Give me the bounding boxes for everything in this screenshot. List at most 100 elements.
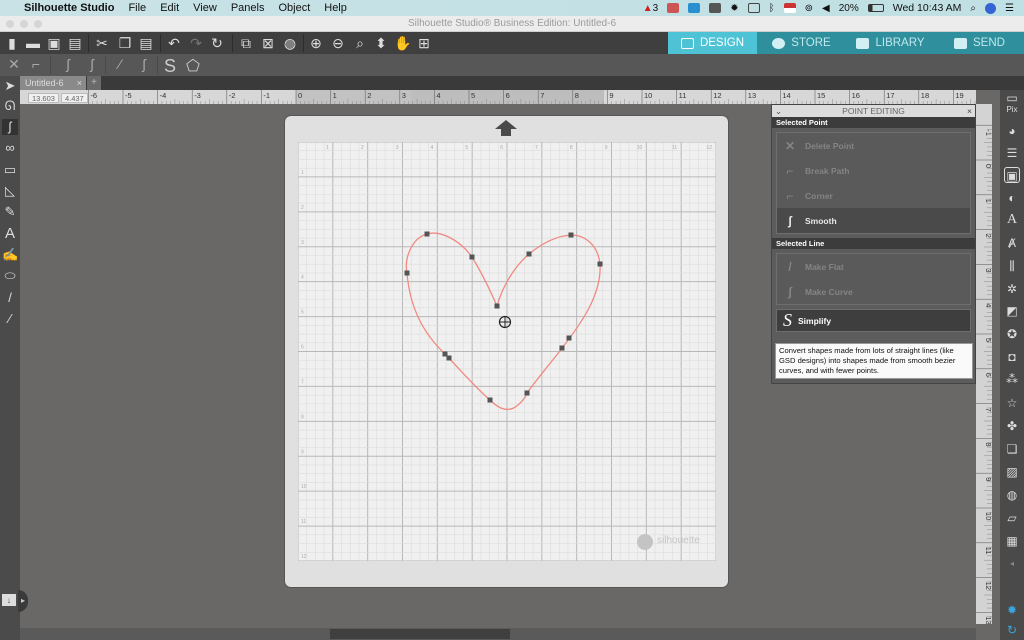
make-flat-button[interactable]: / Make Flat [777, 254, 970, 279]
puzzle-icon[interactable]: ✤ [1004, 418, 1020, 434]
close-tab-icon[interactable]: × [77, 76, 82, 90]
menu-object[interactable]: Object [278, 2, 310, 14]
close-window-button[interactable] [6, 20, 14, 28]
replicate-icon[interactable]: ◩ [1004, 303, 1020, 319]
tab-send[interactable]: SEND [935, 32, 1024, 54]
zoom-in-icon[interactable]: ⊕ [307, 34, 325, 52]
break-path-icon[interactable]: ⌐ [26, 56, 46, 74]
redraw-icon[interactable]: ↻ [208, 34, 226, 52]
anchor-point[interactable] [566, 335, 572, 341]
contrast-icon[interactable]: ◐ [1004, 190, 1020, 206]
save-icon[interactable]: ▣ [45, 34, 63, 52]
map-warp-icon[interactable]: ▦ [1004, 533, 1020, 549]
warp-icon[interactable]: ▱ [1004, 510, 1020, 526]
ungroup-icon[interactable]: ⊠ [259, 34, 277, 52]
tray-app-icon-2[interactable] [688, 3, 701, 13]
pan-hand-icon[interactable]: ✋ [394, 34, 412, 52]
tab-untitled-6[interactable]: Untitled-6 × [20, 76, 86, 90]
transform-icon[interactable]: ✲ [1004, 281, 1020, 297]
siri-icon[interactable] [985, 2, 997, 14]
wifi-icon[interactable]: ⊚ [805, 3, 813, 14]
open-folder-icon[interactable]: ▬ [24, 34, 42, 52]
mat-grid[interactable]: 1 2 3 4 5 6 7 8 9 10 11 12 1 2 3 4 5 6 7 8 9 10 11 12 [297, 141, 717, 562]
pixscan-icon[interactable]: Pix [1004, 102, 1020, 118]
menu-help[interactable]: Help [324, 2, 347, 14]
polygon-icon[interactable]: ◺ [2, 183, 18, 199]
app-menu[interactable]: Silhouette Studio [24, 2, 114, 14]
palette-icon[interactable]: ◕ [1004, 123, 1020, 139]
notification-center-icon[interactable]: ☰ [1005, 3, 1014, 14]
move-down-icon[interactable]: ⬍ [372, 34, 390, 52]
menu-edit[interactable]: Edit [160, 2, 179, 14]
anchor-point[interactable] [568, 232, 574, 238]
cut-icon[interactable]: ✂ [93, 34, 111, 52]
vertical-ruler[interactable]: -1012345678910111213 [976, 104, 992, 624]
redo-icon[interactable]: ↷ [187, 34, 205, 52]
bluetooth-icon[interactable]: ᛒ [769, 3, 775, 14]
lasso-icon[interactable]: ᘏ [2, 98, 18, 114]
collapse-arrow-icon[interactable]: ◂ [1004, 556, 1020, 572]
tray-app-icon-3[interactable] [709, 3, 722, 13]
anchor-point[interactable] [487, 397, 493, 403]
gear-tray-icon[interactable]: ✹ [730, 3, 738, 14]
fit-to-page-icon[interactable]: ⊞ [415, 34, 433, 52]
add-tab-button[interactable]: + [87, 76, 101, 90]
select-arrow-icon[interactable]: ➤ [2, 78, 18, 94]
curve-tool-icon[interactable]: ∞ [2, 140, 18, 156]
volume-icon[interactable]: ◀ [822, 3, 830, 14]
offset-icon[interactable]: ◘ [1004, 349, 1020, 365]
sync-icon[interactable]: ↻ [1004, 622, 1020, 638]
point-editing-panel-icon[interactable]: ▣ [1004, 167, 1020, 183]
compound-path-icon[interactable]: ◍ [281, 34, 299, 52]
menu-panels[interactable]: Panels [231, 2, 265, 14]
import-folder-icon[interactable]: ↓ [2, 594, 16, 606]
anchor-point[interactable] [404, 270, 410, 276]
corner-button[interactable]: ⌐ Corner [777, 183, 970, 208]
horizontal-ruler[interactable]: -6 -5 -4 -3 -2 -1 0 1 2 3 4 5 6 7 8 9 10 11 12 13 14 15 16 17 18… [20, 90, 976, 104]
battery-icon[interactable] [867, 4, 884, 12]
fill-pattern-icon[interactable]: ▨ [1004, 464, 1020, 480]
anchor-point[interactable] [524, 390, 530, 396]
simplify-button[interactable]: S Simplify [776, 309, 971, 332]
horizontal-scrollbar[interactable] [20, 628, 976, 640]
notification-icon[interactable]: ▲3 [643, 3, 658, 14]
corner-icon[interactable]: ʃ [58, 56, 78, 74]
settings-gear-icon[interactable]: ✹ [1004, 602, 1020, 618]
sphere-grid-icon[interactable]: ◍ [1004, 487, 1020, 503]
rhinestone-icon[interactable]: ⁂ [1004, 371, 1020, 387]
expand-library-icon[interactable]: ▸ [18, 590, 28, 612]
smooth-button[interactable]: ʃ Smooth [777, 208, 970, 233]
line-style-icon[interactable]: ☰ [1004, 145, 1020, 161]
pentagon-icon[interactable]: ⬠ [183, 56, 203, 75]
scrollbar-thumb[interactable] [330, 629, 510, 639]
flag-icon[interactable] [783, 3, 796, 13]
align-icon[interactable]: ⫼ [1004, 258, 1020, 274]
tab-library[interactable]: LIBRARY [846, 32, 935, 54]
new-document-icon[interactable]: ▮ [3, 34, 21, 52]
text-icon[interactable]: A [2, 226, 18, 242]
collapse-panel-icon[interactable]: ⌄ [775, 105, 782, 117]
anchor-point[interactable] [559, 345, 565, 351]
text-style-icon[interactable]: A [1004, 212, 1020, 228]
print-icon[interactable]: ▤ [66, 34, 84, 52]
tray-app-icon[interactable] [667, 3, 680, 13]
knife-icon[interactable]: / [2, 290, 18, 306]
anchor-point[interactable] [424, 231, 430, 237]
anchor-point[interactable] [597, 261, 603, 267]
pencil-icon[interactable]: ✎ [2, 204, 18, 220]
anchor-point[interactable] [446, 355, 452, 361]
make-flat-icon[interactable]: ⁄ [110, 56, 130, 74]
zoom-out-icon[interactable]: ⊖ [329, 34, 347, 52]
eyedropper-icon[interactable]: ⁄ [2, 311, 18, 327]
layers-icon[interactable]: ❏ [1004, 441, 1020, 457]
paste-icon[interactable]: ▤ [137, 34, 155, 52]
modify-icon[interactable]: ✪ [1004, 326, 1020, 342]
tab-design[interactable]: DESIGN [668, 32, 757, 54]
copy-icon[interactable]: ❐ [116, 34, 134, 52]
rectangle-icon[interactable]: ▭ [2, 162, 18, 178]
zoom-selection-icon[interactable]: ⌕ [351, 34, 369, 52]
display-icon[interactable] [747, 3, 760, 13]
zoom-window-button[interactable] [34, 20, 42, 28]
menu-view[interactable]: View [193, 2, 217, 14]
cutting-mat[interactable]: 1 2 3 4 5 6 7 8 9 10 11 12 1 2 3 4 5 6 7 8 9 10 11 12 silhouett… [285, 116, 728, 587]
